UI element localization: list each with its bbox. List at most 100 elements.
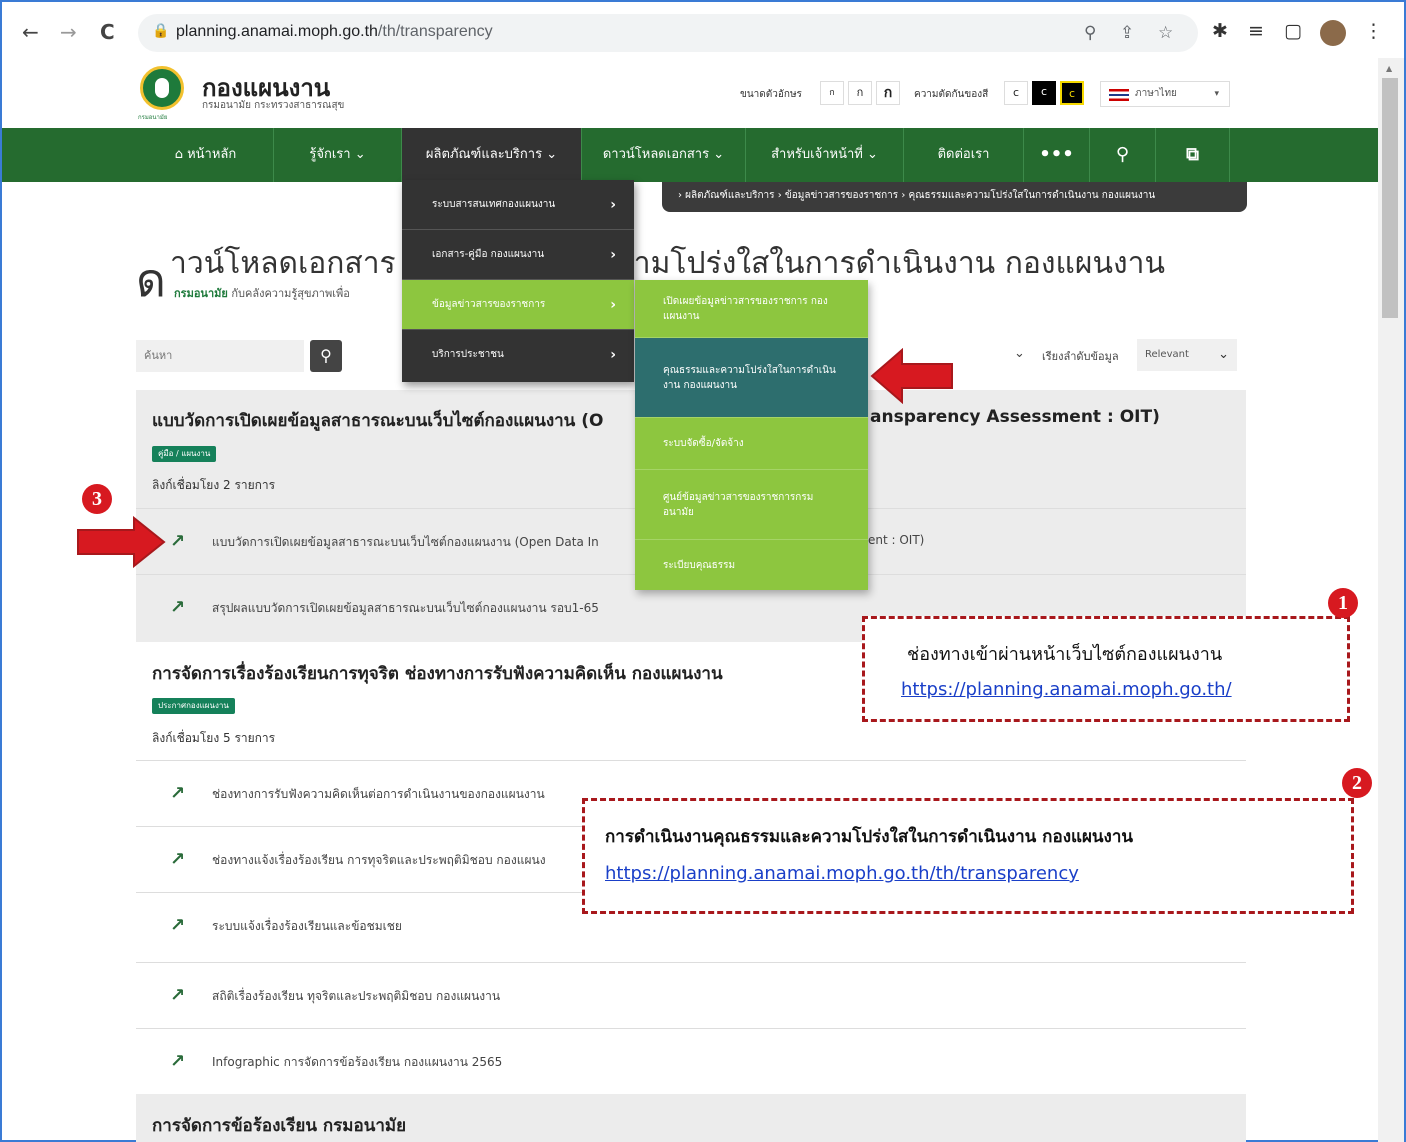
nav-contact[interactable]: ติดต่อเรา <box>904 128 1024 182</box>
link-text[interactable]: สถิติเรื่องร้องเรียน ทุจริตและประพฤติมิช… <box>212 987 500 1006</box>
sitemap-icon[interactable]: ⧉ <box>1156 128 1230 182</box>
sort-select[interactable]: Relevant ⌄ <box>1137 339 1237 371</box>
chevron-down-icon: ▾ <box>1214 89 1219 99</box>
annotation-arrow-right <box>77 516 166 568</box>
section-title: แบบวัดการเปิดเผยข้อมูลสาธารณะบนเว็บไซต์ก… <box>152 411 604 431</box>
breadcrumb[interactable]: › ผลิตภัณฑ์และบริการ › ข้อมูลข่าวสารของร… <box>662 182 1247 212</box>
chevron-right-icon: › <box>610 197 616 213</box>
external-link-icon[interactable]: ↗ <box>170 783 185 804</box>
url-text[interactable]: planning.anamai.moph.go.th/th/transparen… <box>176 23 493 41</box>
menu-item-documents[interactable]: เอกสาร-คู่มือ กองแผนงาน › <box>402 230 634 280</box>
menu-item-official-info[interactable]: ข้อมูลข่าวสารของราชการ › <box>402 280 634 330</box>
logo-caption: กรมอนามัย <box>138 114 168 121</box>
callout-transparency: การดำเนินงานคุณธรรมและความโปร่งใสในการดำ… <box>582 798 1354 914</box>
submenu-item-procurement[interactable]: ระบบจัดซื้อ/จัดจ้าง <box>635 418 868 470</box>
bookmark-star-icon[interactable]: ☆ <box>1158 23 1173 43</box>
filter-chevron-icon[interactable]: ⌄ <box>1014 346 1025 361</box>
side-panel-icon[interactable]: ▢ <box>1284 20 1302 42</box>
nav-staff[interactable]: สำหรับเจ้าหน้าที่ ⌄ <box>746 128 904 182</box>
submenu-item-ethics[interactable]: ระเบียบคุณธรรม <box>635 540 868 590</box>
category-tag[interactable]: ประกาศกองแผนงาน <box>152 698 235 714</box>
callout-link[interactable]: https://planning.anamai.moph.go.th/ <box>901 679 1232 700</box>
language-select[interactable]: ภาษาไทย ▾ <box>1100 81 1230 107</box>
external-link-icon[interactable]: ↗ <box>170 985 185 1006</box>
callout-text: ช่องทางเข้าผ่านหน้าเว็บไซต์กองแผนงาน <box>907 644 1223 665</box>
link-text[interactable]: ช่องทางการรับฟังความคิดเห็นต่อการดำเนินง… <box>212 785 545 804</box>
annotation-arrow-left <box>870 348 953 404</box>
link-text[interactable]: ช่องทางแจ้งเรื่องร้องเรียน การทุจริตและป… <box>212 851 546 870</box>
callout-website-entry: ช่องทางเข้าผ่านหน้าเว็บไซต์กองแผนงาน htt… <box>862 616 1350 722</box>
page-scrollbar[interactable]: ▲ <box>1378 58 1404 1142</box>
nav-downloads[interactable]: ดาวน์โหลดเอกสาร ⌄ <box>582 128 746 182</box>
reload-icon[interactable]: C <box>100 20 115 44</box>
chevron-down-icon: ⌄ <box>1218 347 1229 362</box>
extensions-icon[interactable]: ✱ <box>1212 20 1228 42</box>
back-icon[interactable]: ← <box>22 20 39 44</box>
font-size-medium-button[interactable]: ก <box>848 81 872 105</box>
products-services-dropdown: ระบบสารสนเทศกองแผนงาน › เอกสาร-คู่มือ กอง… <box>402 180 634 382</box>
external-link-icon[interactable]: ↗ <box>170 531 185 552</box>
list-item[interactable]: ↗ Infographic การจัดการข้อร้องเรียน กองแ… <box>136 1028 1246 1094</box>
chevron-right-icon: › <box>610 347 616 363</box>
external-link-icon[interactable]: ↗ <box>170 597 185 618</box>
chevron-right-icon: › <box>610 297 616 313</box>
section-title: การจัดการข้อร้องเรียน กรมอนามัย <box>152 1116 407 1136</box>
callout-text: การดำเนินงานคุณธรรมและความโปร่งใสในการดำ… <box>605 827 1133 847</box>
category-tag[interactable]: คู่มือ / แผนงาน <box>152 446 217 462</box>
submenu-item-info-center[interactable]: ศูนย์ข้อมูลข่าวสารของราชการกรมอนามัย <box>635 470 868 540</box>
browser-menu-icon[interactable]: ⋮ <box>1364 20 1383 42</box>
link-text-tail[interactable]: ent : OIT) <box>868 533 924 547</box>
scroll-up-icon[interactable]: ▲ <box>1386 64 1392 73</box>
site-header: กรมอนามัย กองแผนงาน กรมอนามัย กระทรวงสาธ… <box>2 58 1378 128</box>
menu-item-public-services[interactable]: บริการประชาชน › <box>402 330 634 380</box>
main-navigation: ⌂ หน้าหลัก รู้จักเรา ⌄ ผลิตภัณฑ์และบริกา… <box>2 128 1378 182</box>
nav-home[interactable]: ⌂ หน้าหลัก <box>138 128 274 182</box>
contrast-dark-button[interactable]: c <box>1032 81 1056 105</box>
site-logo[interactable] <box>140 66 184 110</box>
more-icon[interactable]: ••• <box>1024 128 1090 182</box>
official-info-submenu: เปิดเผยข้อมูลข่าวสารของราชการ กองแผนงาน … <box>635 280 868 590</box>
callout-link[interactable]: https://planning.anamai.moph.go.th/th/tr… <box>605 863 1079 884</box>
step-1-badge: 1 <box>1328 588 1358 618</box>
link-text[interactable]: สรุปผลแบบวัดการเปิดเผยข้อมูลสาธารณะบนเว็… <box>212 599 599 618</box>
lock-icon[interactable]: 🔒 <box>152 23 169 39</box>
link-text[interactable]: Infographic การจัดการข้อร้องเรียน กองแผน… <box>212 1053 502 1072</box>
font-size-small-button[interactable]: ก <box>820 81 844 105</box>
forward-icon[interactable]: → <box>60 20 77 44</box>
address-bar[interactable]: 🔒 planning.anamai.moph.go.th/th/transpar… <box>138 14 1198 52</box>
link-text[interactable]: แบบวัดการเปิดเผยข้อมูลสาธารณะบนเว็บไซต์ก… <box>212 533 599 552</box>
share-icon[interactable]: ⇪ <box>1120 23 1134 43</box>
external-link-icon[interactable]: ↗ <box>170 849 185 870</box>
font-size-label: ขนาดตัวอักษร <box>740 89 802 100</box>
section-title: การจัดการเรื่องร้องเรียนการทุจริต ช่องทา… <box>152 664 723 684</box>
link-count: ลิงก์เชื่อมโยง 2 รายการ <box>152 478 276 492</box>
zoom-icon[interactable]: ⚲ <box>1084 23 1096 43</box>
browser-toolbar: ← → C 🔒 planning.anamai.moph.go.th/th/tr… <box>2 2 1404 58</box>
font-size-large-button[interactable]: ก <box>876 81 900 105</box>
submenu-item-transparency[interactable]: คุณธรรมและความโปร่งใสในการดำเนินงาน กองแ… <box>635 338 868 418</box>
section-title-tail: ansparency Assessment : OIT) <box>870 407 1160 427</box>
submenu-item-disclosure[interactable]: เปิดเผยข้อมูลข่าวสารของราชการ กองแผนงาน <box>635 280 868 338</box>
contrast-normal-button[interactable]: c <box>1004 81 1028 105</box>
search-input[interactable] <box>136 340 304 372</box>
thai-flag-icon <box>1109 89 1129 101</box>
reading-list-icon[interactable]: ≡ <box>1248 20 1264 42</box>
page-subtitle: กรมอนามัย กับคลังความรู้สุขภาพเพื่อ <box>174 287 350 300</box>
search-icon[interactable]: ⚲ <box>1090 128 1156 182</box>
step-2-badge: 2 <box>1342 768 1372 798</box>
scroll-thumb[interactable] <box>1382 78 1398 318</box>
contrast-label: ความตัดกันของสี <box>914 89 989 100</box>
list-item[interactable]: ↗ สถิติเรื่องร้องเรียน ทุจริตและประพฤติม… <box>136 962 1246 1028</box>
contrast-yellow-button[interactable]: c <box>1060 81 1084 105</box>
step-3-badge: 3 <box>82 484 112 514</box>
chevron-right-icon: › <box>610 247 616 263</box>
search-button[interactable]: ⚲ <box>310 340 342 372</box>
menu-item-info-systems[interactable]: ระบบสารสนเทศกองแผนงาน › <box>402 180 634 230</box>
site-subtitle: กรมอนามัย กระทรวงสาธารณสุข <box>202 100 345 111</box>
link-text[interactable]: ระบบแจ้งเรื่องร้องเรียนและข้อชมเชย <box>212 917 402 936</box>
nav-products-services[interactable]: ผลิตภัณฑ์และบริการ ⌄ <box>402 128 582 182</box>
external-link-icon[interactable]: ↗ <box>170 915 185 936</box>
nav-about[interactable]: รู้จักเรา ⌄ <box>274 128 402 182</box>
profile-avatar[interactable] <box>1320 20 1346 46</box>
external-link-icon[interactable]: ↗ <box>170 1051 185 1072</box>
